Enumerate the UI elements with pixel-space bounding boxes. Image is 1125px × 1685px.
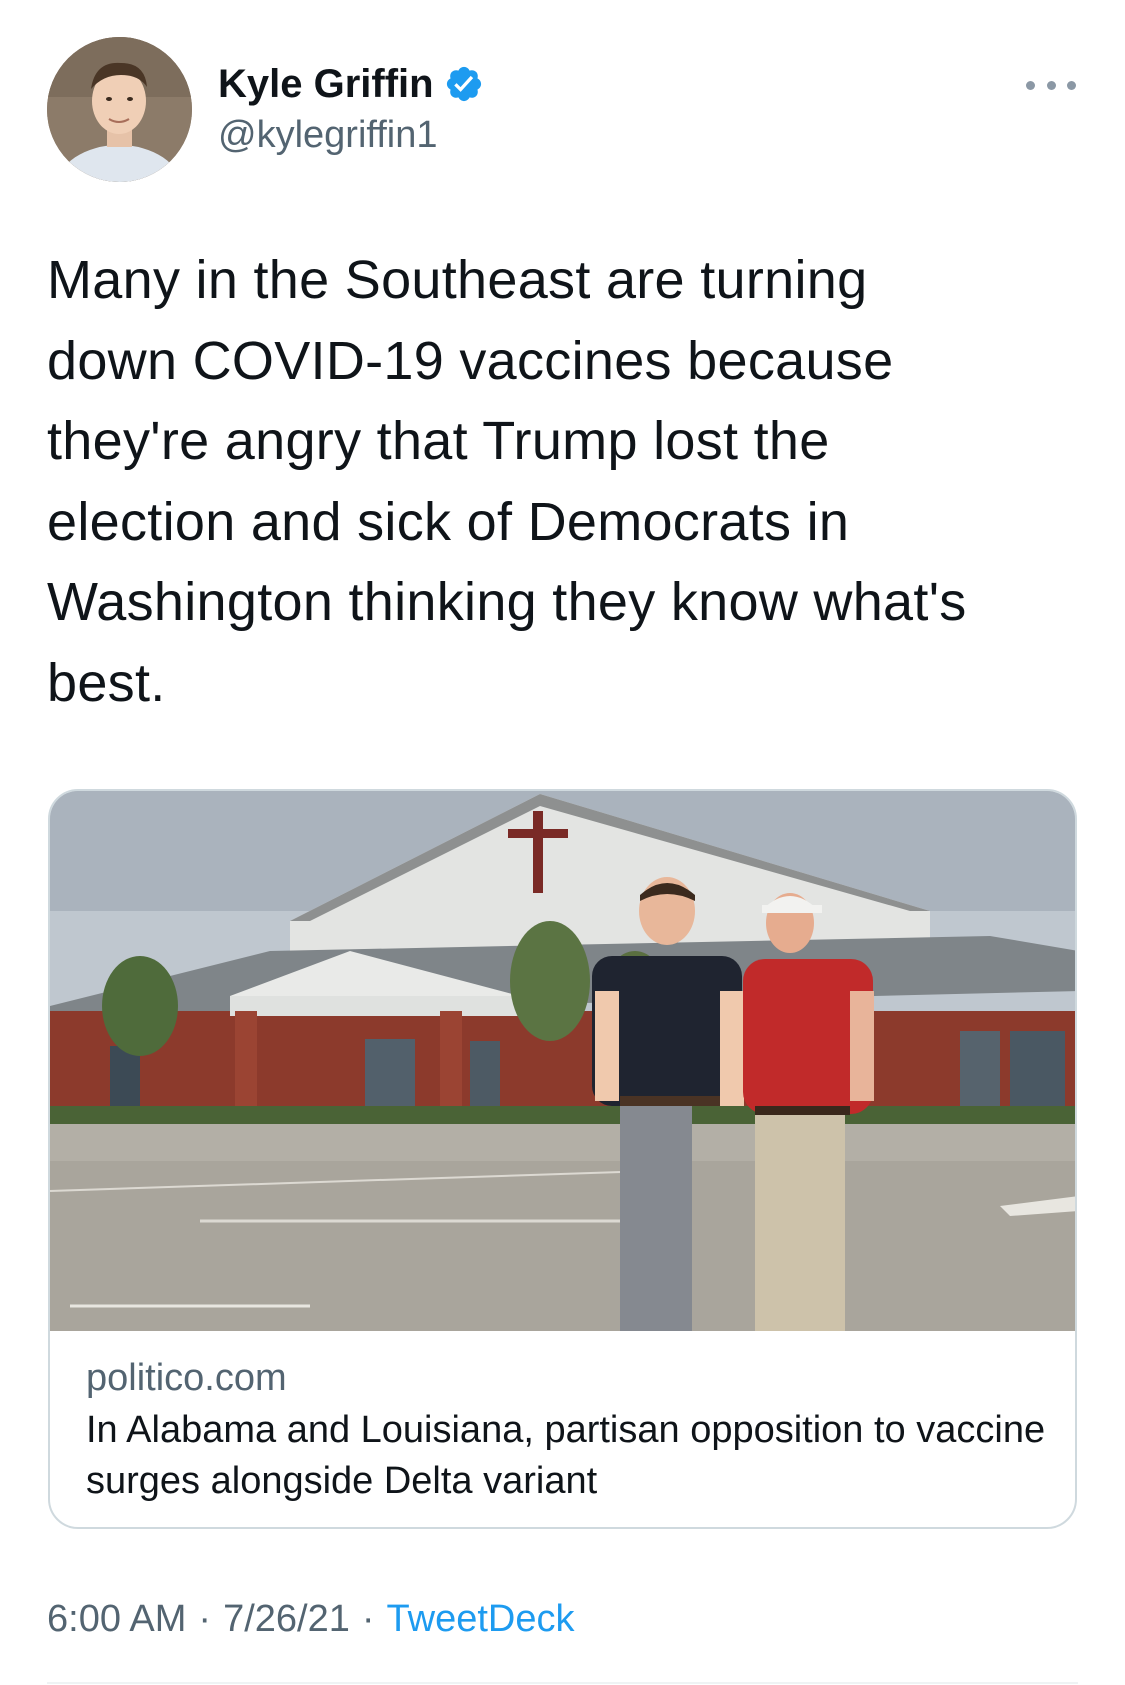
meta-separator: · [198,1598,212,1640]
tweet: Kyle Griffin @kylegriffin1 Many in the S… [0,0,1125,1685]
card-image [50,791,1075,1331]
tweet-date[interactable]: 7/26/21 [223,1598,350,1641]
tweet-time[interactable]: 6:00 AM [47,1598,186,1641]
tweet-text: Many in the Southeast are turning down C… [47,250,967,713]
tweet-source-link[interactable]: TweetDeck [387,1598,575,1641]
avatar-image [47,37,192,182]
avatar[interactable] [47,37,192,182]
author-display-name[interactable]: Kyle Griffin [218,62,434,107]
more-dot [1026,80,1035,90]
more-options-icon[interactable] [1026,70,1076,100]
meta-separator: · [361,1598,375,1640]
tweet-meta: 6:00 AM · 7/26/21 · TweetDeck [47,1598,575,1641]
card-domain: politico.com [86,1357,287,1399]
verified-badge-icon [444,64,484,104]
card-title: In Alabama and Louisiana, partisan oppos… [86,1409,1046,1502]
divider [47,1682,1078,1684]
author-name-row: Kyle Griffin [218,58,484,110]
more-dot [1067,80,1076,90]
link-card[interactable]: politico.com In Alabama and Louisiana, p… [48,789,1077,1529]
author-handle[interactable]: @kylegriffin1 [218,114,438,157]
more-dot [1046,80,1056,90]
